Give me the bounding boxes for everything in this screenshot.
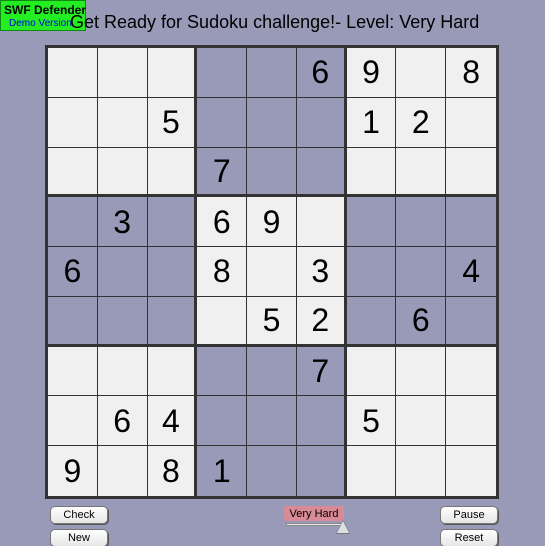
pause-button[interactable]: Pause — [440, 506, 498, 524]
sudoku-cell[interactable] — [247, 247, 297, 297]
sudoku-cell[interactable]: 4 — [147, 396, 198, 447]
sudoku-cell[interactable]: 6 — [97, 396, 148, 447]
sudoku-cell[interactable] — [396, 48, 447, 98]
sudoku-cell[interactable] — [48, 296, 98, 347]
sudoku-cell[interactable] — [446, 197, 496, 248]
sudoku-cell[interactable] — [346, 346, 397, 397]
sudoku-cell[interactable] — [197, 346, 248, 397]
sudoku-cell[interactable] — [147, 147, 198, 198]
sudoku-cell[interactable]: 3 — [296, 247, 347, 297]
sudoku-cell[interactable] — [97, 97, 148, 148]
sudoku-cell[interactable]: 3 — [97, 197, 148, 248]
sudoku-cell[interactable] — [446, 296, 496, 347]
sudoku-cell[interactable] — [346, 197, 397, 248]
sudoku-cell[interactable] — [247, 396, 297, 447]
sudoku-cell[interactable] — [396, 396, 447, 447]
sudoku-cell[interactable] — [296, 396, 347, 447]
sudoku-cell[interactable] — [396, 147, 447, 198]
sudoku-cell[interactable]: 9 — [247, 197, 297, 248]
sudoku-cell[interactable] — [97, 147, 148, 198]
sudoku-cell[interactable] — [197, 296, 248, 347]
sudoku-cell[interactable]: 2 — [296, 296, 347, 347]
new-button[interactable]: New — [50, 529, 108, 546]
sudoku-cell[interactable] — [48, 396, 98, 447]
sudoku-cell[interactable] — [396, 346, 447, 397]
sudoku-cell[interactable] — [147, 48, 198, 98]
sudoku-cell[interactable] — [446, 147, 496, 198]
sudoku-cell[interactable]: 8 — [147, 446, 198, 496]
sudoku-cell[interactable] — [147, 346, 198, 397]
sudoku-cell[interactable] — [97, 446, 148, 496]
sudoku-cell[interactable] — [197, 48, 248, 98]
sudoku-cell[interactable] — [197, 396, 248, 447]
sudoku-cell[interactable] — [346, 147, 397, 198]
sudoku-cell[interactable]: 6 — [396, 296, 447, 347]
sudoku-cell[interactable]: 5 — [147, 97, 198, 148]
sudoku-cell[interactable] — [147, 247, 198, 297]
sudoku-cell[interactable]: 6 — [48, 247, 98, 297]
sudoku-cell[interactable]: 6 — [296, 48, 347, 98]
sudoku-cell[interactable]: 7 — [197, 147, 248, 198]
sudoku-cell[interactable]: 6 — [197, 197, 248, 248]
sudoku-cell[interactable]: 1 — [346, 97, 397, 148]
sudoku-cell[interactable] — [247, 147, 297, 198]
sudoku-cell[interactable] — [296, 147, 347, 198]
sudoku-cell[interactable] — [446, 446, 496, 496]
sudoku-cell[interactable]: 5 — [346, 396, 397, 447]
difficulty-label: Very Hard — [284, 506, 344, 521]
sudoku-cell[interactable] — [48, 346, 98, 397]
sudoku-cell[interactable] — [147, 296, 198, 347]
sudoku-cell[interactable] — [247, 446, 297, 496]
sudoku-game: SWF Defender Demo Version Get Ready for … — [0, 0, 545, 546]
sudoku-cell[interactable] — [147, 197, 198, 248]
sudoku-cell[interactable] — [396, 197, 447, 248]
sudoku-cell[interactable] — [396, 446, 447, 496]
sudoku-cell[interactable] — [346, 446, 397, 496]
sudoku-cell[interactable] — [296, 197, 347, 248]
page-title: Get Ready for Sudoku challenge!- Level: … — [70, 12, 480, 32]
sudoku-cell[interactable] — [197, 97, 248, 148]
sudoku-cell[interactable] — [247, 346, 297, 397]
sudoku-cell[interactable]: 8 — [446, 48, 496, 98]
sudoku-cell[interactable] — [396, 247, 447, 297]
sudoku-cell[interactable] — [48, 97, 98, 148]
sudoku-cell[interactable] — [48, 197, 98, 248]
sudoku-cell[interactable] — [296, 446, 347, 496]
difficulty-slider-thumb[interactable] — [337, 521, 349, 533]
sudoku-cell[interactable]: 7 — [296, 346, 347, 397]
sudoku-cell[interactable] — [97, 48, 148, 98]
reset-button[interactable]: Reset — [440, 529, 498, 546]
sudoku-grid: 698512736968345267645981 — [45, 45, 499, 499]
sudoku-cell[interactable]: 9 — [346, 48, 397, 98]
sudoku-cell[interactable] — [446, 396, 496, 447]
sudoku-cell[interactable] — [247, 48, 297, 98]
sudoku-cell[interactable] — [296, 97, 347, 148]
sudoku-cell[interactable] — [446, 346, 496, 397]
sudoku-cell[interactable]: 9 — [48, 446, 98, 496]
sudoku-cell[interactable]: 1 — [197, 446, 248, 496]
sudoku-cell[interactable] — [48, 147, 98, 198]
sudoku-cell[interactable] — [97, 247, 148, 297]
sudoku-cell[interactable]: 2 — [396, 97, 447, 148]
sudoku-cell[interactable]: 4 — [446, 247, 496, 297]
watermark-subtitle: Demo Version — [9, 18, 72, 29]
sudoku-cell[interactable] — [48, 48, 98, 98]
sudoku-cell[interactable]: 5 — [247, 296, 297, 347]
sudoku-cell[interactable] — [247, 97, 297, 148]
sudoku-cell[interactable] — [97, 296, 148, 347]
sudoku-cell[interactable] — [346, 296, 397, 347]
sudoku-cell[interactable] — [346, 247, 397, 297]
sudoku-cell[interactable] — [446, 97, 496, 148]
sudoku-cell[interactable]: 8 — [197, 247, 248, 297]
sudoku-cell[interactable] — [97, 346, 148, 397]
check-button[interactable]: Check — [50, 506, 108, 524]
